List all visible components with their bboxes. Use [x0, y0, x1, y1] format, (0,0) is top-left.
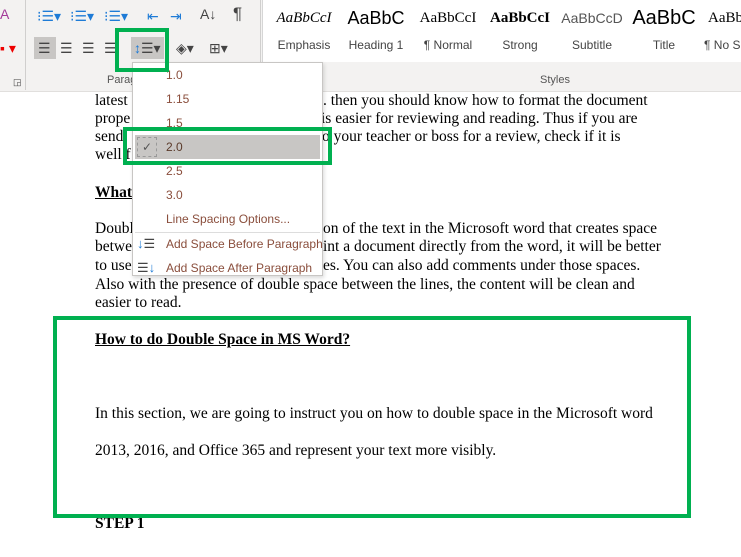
space-before-icon: ↓☰ — [137, 236, 156, 251]
text-fragment: es. You can also add comments under thos… — [323, 257, 641, 274]
style-subtitle[interactable]: AaBbCcD Subtitle — [556, 0, 628, 62]
borders-icon[interactable]: ⊞▾ — [209, 40, 228, 56]
show-formatting-icon[interactable]: ¶ — [233, 5, 242, 22]
add-space-before[interactable]: ↓☰ Add Space Before Paragraph — [133, 232, 323, 256]
dialog-launcher-icon[interactable]: ◲ — [13, 74, 22, 90]
line-spacing-menu: 1.0 1.15 1.5 ✓ 2.0 2.5 3.0 Line Spacing … — [132, 62, 323, 276]
sort-icon[interactable]: A↓ — [200, 6, 216, 22]
highlight-box-line-spacing-button — [115, 28, 169, 72]
text-fragment: to use — [95, 257, 132, 274]
align-right-icon[interactable]: ☰ — [82, 40, 95, 56]
bullets-icon[interactable]: ⁝☰▾ — [37, 8, 61, 24]
font-color-dropdown-icon[interactable]: ▪ ▾ — [0, 40, 16, 56]
text-fragment: . then you should know how to format the… — [323, 92, 648, 109]
highlight-box-section — [53, 316, 691, 518]
highlight-box-2-0 — [123, 127, 332, 165]
heading-fragment: What — [95, 184, 133, 201]
text-fragment: Doubl — [95, 220, 134, 237]
text-fragment: prope — [95, 110, 131, 127]
text-fragment: int a document directly from the word, i… — [323, 238, 661, 255]
style-no-spacing[interactable]: AaBb¶ No Sp — [700, 0, 741, 62]
text-fragment: is easier for reviewing and reading. Thu… — [321, 110, 638, 127]
styles-group-label: Styles — [540, 74, 570, 86]
menu-item-3-0[interactable]: 3.0 — [133, 183, 322, 207]
text-line: easier to read. — [95, 294, 182, 311]
add-space-after[interactable]: ☰↓ Add Space After Paragraph — [133, 256, 322, 280]
style-emphasis[interactable]: AaBbCcI Emphasis — [268, 0, 340, 62]
style-normal[interactable]: AaBbCcI ¶ Normal — [412, 0, 484, 62]
align-center-icon[interactable]: ☰ — [60, 40, 73, 56]
numbering-icon[interactable]: ⁝☰▾ — [70, 8, 94, 24]
menu-item-1-15[interactable]: 1.15 — [133, 87, 322, 111]
divider — [25, 0, 26, 90]
styles-gallery: AaBbCcI Emphasis AaBbC Heading 1 AaBbCcI ¶ … — [262, 0, 741, 62]
increase-indent-icon[interactable]: ⇥ — [170, 8, 182, 24]
style-heading-1[interactable]: AaBbC Heading 1 — [340, 0, 412, 62]
space-after-icon: ☰↓ — [137, 260, 156, 275]
text-fragment: betwe — [95, 238, 133, 255]
text-fragment: on of the text in the Microsoft word tha… — [323, 220, 657, 237]
decrease-indent-icon[interactable]: ⇤ — [147, 8, 159, 24]
text-fragment: send — [95, 128, 124, 145]
text-fragment: latest — [95, 92, 128, 109]
style-strong[interactable]: AaBbCcI Strong — [484, 0, 556, 62]
align-left-icon: ☰ — [38, 40, 51, 56]
line-spacing-options[interactable]: Line Spacing Options... — [133, 207, 322, 231]
multilevel-list-icon[interactable]: ⁝☰▾ — [104, 8, 128, 24]
shading-icon[interactable]: ◈▾ — [176, 40, 194, 56]
clear-formatting-icon[interactable]: A — [0, 6, 9, 22]
style-title[interactable]: AaBbC Title — [628, 0, 700, 62]
text-fragment: o your teacher or boss for a review, che… — [322, 128, 621, 145]
ribbon: A ▪ ▾ ⁝☰▾ ⁝☰▾ ⁝☰▾ ⇤ ⇥ A↓ ¶ ☰ ☰ ☰ ☰ ↕☰▾ ◈… — [0, 0, 741, 92]
